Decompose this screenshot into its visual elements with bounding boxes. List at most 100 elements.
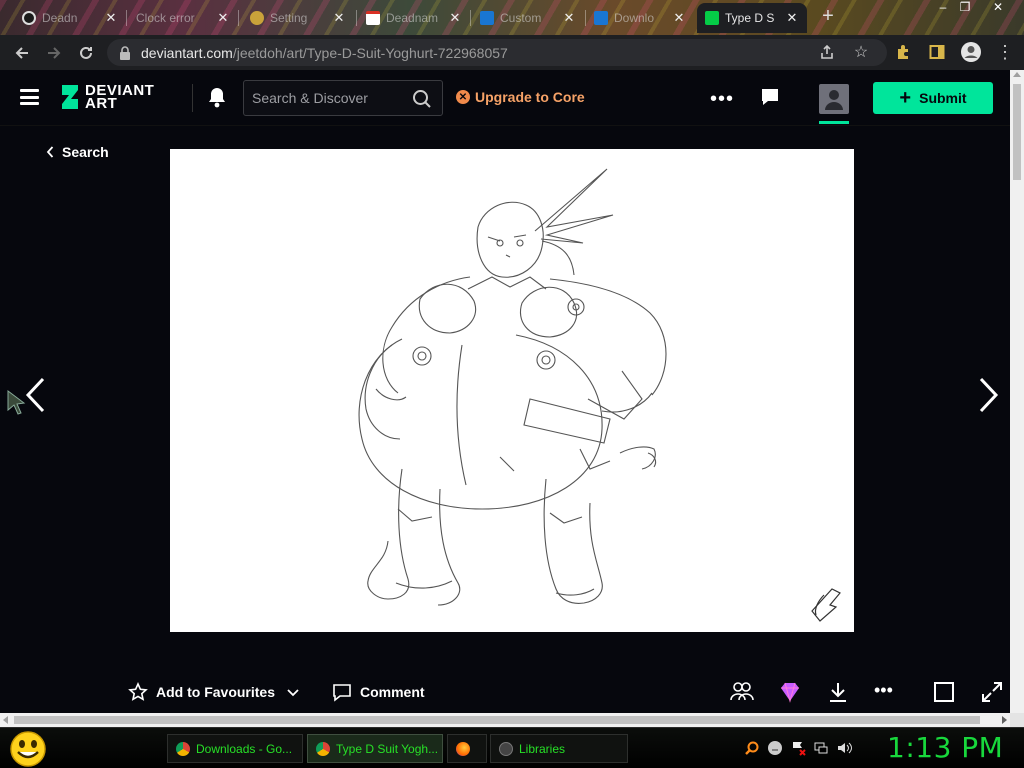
messages-icon[interactable] bbox=[760, 87, 780, 107]
back-label: Search bbox=[62, 144, 109, 160]
search-icon[interactable] bbox=[744, 740, 760, 756]
submit-button[interactable]: + Submit bbox=[873, 82, 993, 114]
tab-title: Type D S bbox=[725, 11, 775, 25]
tab-deadn[interactable]: Deadn ✕ bbox=[14, 3, 126, 33]
search-box bbox=[243, 80, 443, 116]
close-icon[interactable]: ✕ bbox=[562, 10, 576, 26]
gear-icon bbox=[250, 11, 264, 25]
deviantart-icon bbox=[705, 11, 719, 25]
lock-icon bbox=[120, 45, 130, 60]
tab-custom[interactable]: Custom ✕ bbox=[472, 3, 584, 33]
tab-title: Downlo bbox=[614, 11, 655, 25]
artwork-image[interactable] bbox=[170, 149, 854, 632]
tab-gmail[interactable]: Deadnam ✕ bbox=[358, 3, 470, 33]
firefox-icon bbox=[456, 741, 470, 756]
extensions-icon[interactable] bbox=[892, 39, 914, 65]
chrome-icon bbox=[316, 741, 330, 756]
gem-icon[interactable] bbox=[778, 680, 802, 704]
header-divider bbox=[192, 84, 193, 112]
add-to-favourites-button[interactable]: Add to Favourites bbox=[128, 682, 275, 702]
back-arrow-icon[interactable] bbox=[7, 38, 37, 68]
new-tab-button[interactable]: + bbox=[817, 5, 839, 28]
maximize-icon[interactable]: ❐ bbox=[950, 0, 980, 18]
taskbar-item-firefox[interactable] bbox=[447, 734, 487, 763]
bookmark-star-icon[interactable]: ☆ bbox=[850, 39, 872, 65]
previous-artwork-arrow-icon[interactable] bbox=[23, 376, 47, 414]
outlook-icon bbox=[594, 11, 608, 25]
artwork-sketch bbox=[358, 168, 841, 622]
avatar[interactable] bbox=[819, 84, 849, 114]
tab-downloads[interactable]: Downlo ✕ bbox=[586, 3, 694, 33]
sidepanel-icon[interactable] bbox=[926, 39, 948, 65]
vertical-scrollbar[interactable] bbox=[1010, 70, 1024, 713]
close-window-icon[interactable]: ✕ bbox=[983, 0, 1013, 18]
star-icon bbox=[128, 682, 148, 701]
taskbar-item-type-d-suit[interactable]: Type D Suit Yogh... bbox=[307, 734, 443, 763]
deviantart-logo[interactable]: DEVIANT ART bbox=[61, 83, 154, 111]
upgrade-to-core-link[interactable]: ✕ Upgrade to Core bbox=[456, 89, 585, 105]
tab-clock-error[interactable]: Clock error ✕ bbox=[128, 3, 238, 33]
active-indicator bbox=[819, 121, 849, 124]
system-tray bbox=[744, 740, 852, 756]
share-icon[interactable] bbox=[816, 39, 838, 65]
browser-menu-icon[interactable]: ⋮ bbox=[994, 39, 1016, 65]
more-options-icon[interactable]: ••• bbox=[710, 88, 734, 111]
scrollbar-corner bbox=[1010, 713, 1024, 727]
close-icon[interactable]: ✕ bbox=[448, 10, 462, 26]
core-icon: ✕ bbox=[456, 90, 470, 104]
close-icon[interactable]: ✕ bbox=[785, 10, 799, 26]
deviantart-icon bbox=[62, 85, 78, 109]
start-smiley-icon[interactable] bbox=[8, 730, 48, 768]
watchers-icon[interactable] bbox=[730, 680, 754, 704]
close-icon[interactable]: ✕ bbox=[332, 10, 346, 26]
taskbar-clock[interactable]: 1:13 PM bbox=[887, 731, 1003, 764]
close-icon[interactable]: ✕ bbox=[672, 10, 686, 26]
network-icon[interactable] bbox=[813, 740, 829, 756]
url-path: /jeetdoh/art/Type-D-Suit-Yoghurt-7229680… bbox=[232, 44, 508, 61]
site-header: DEVIANTART ✕ Upgrade to Core ••• + Submi… bbox=[0, 70, 1024, 126]
url-host: deviantart.com bbox=[141, 44, 233, 61]
tab-settings[interactable]: Setting ✕ bbox=[242, 3, 354, 33]
scroll-thumb[interactable] bbox=[1013, 84, 1021, 180]
outlook-icon bbox=[480, 11, 494, 25]
volume-icon[interactable] bbox=[836, 740, 852, 756]
explorer-icon bbox=[499, 741, 513, 756]
fit-view-icon[interactable] bbox=[932, 680, 956, 704]
taskbar-item-downloads[interactable]: Downloads - Go... bbox=[167, 734, 303, 763]
taskbar-item-libraries[interactable]: Libraries bbox=[490, 734, 628, 763]
task-label: Downloads - Go... bbox=[196, 741, 293, 756]
deviation-viewer: Search Add to Favourites Comment ••• bbox=[0, 126, 1010, 713]
more-actions-icon[interactable]: ••• bbox=[874, 680, 898, 704]
github-icon bbox=[22, 11, 36, 25]
user-silhouette-icon bbox=[825, 90, 843, 110]
comment-button[interactable]: Comment bbox=[332, 682, 425, 702]
search-input[interactable] bbox=[244, 81, 404, 115]
notifications-bell-icon[interactable] bbox=[207, 86, 227, 108]
address-bar[interactable]: deviantart.com/jeetdoh/art/Type-D-Suit-Y… bbox=[107, 39, 887, 66]
deviation-actions: Add to Favourites Comment ••• bbox=[0, 674, 1010, 710]
forward-arrow-icon[interactable] bbox=[39, 38, 69, 68]
task-label: Type D Suit Yogh... bbox=[336, 741, 439, 756]
horizontal-scrollbar[interactable] bbox=[0, 713, 1010, 727]
gmail-icon bbox=[366, 11, 380, 25]
back-to-search-link[interactable]: Search bbox=[46, 144, 109, 160]
next-artwork-arrow-icon[interactable] bbox=[977, 376, 1001, 414]
plus-icon: + bbox=[899, 87, 912, 109]
browser-tab-strip: Deadn ✕ Clock error ✕ Setting ✕ Deadnam … bbox=[0, 0, 1024, 35]
tab-title: Custom bbox=[500, 11, 542, 25]
scroll-thumb[interactable] bbox=[14, 716, 980, 724]
flag-icon[interactable] bbox=[790, 740, 806, 756]
fullscreen-icon[interactable] bbox=[980, 680, 1004, 704]
profile-icon[interactable] bbox=[960, 39, 982, 65]
download-icon[interactable] bbox=[826, 680, 850, 704]
close-icon[interactable]: ✕ bbox=[104, 10, 118, 26]
menu-icon[interactable] bbox=[20, 89, 39, 105]
emoji-icon[interactable] bbox=[767, 740, 783, 756]
tab-separator bbox=[470, 10, 471, 26]
search-icon[interactable] bbox=[412, 89, 432, 109]
chevron-down-icon[interactable] bbox=[286, 688, 300, 698]
reload-icon[interactable] bbox=[71, 38, 101, 68]
chevron-left-icon bbox=[46, 146, 54, 158]
tab-type-d-suit[interactable]: Type D S ✕ bbox=[697, 3, 807, 33]
close-icon[interactable]: ✕ bbox=[216, 10, 230, 26]
